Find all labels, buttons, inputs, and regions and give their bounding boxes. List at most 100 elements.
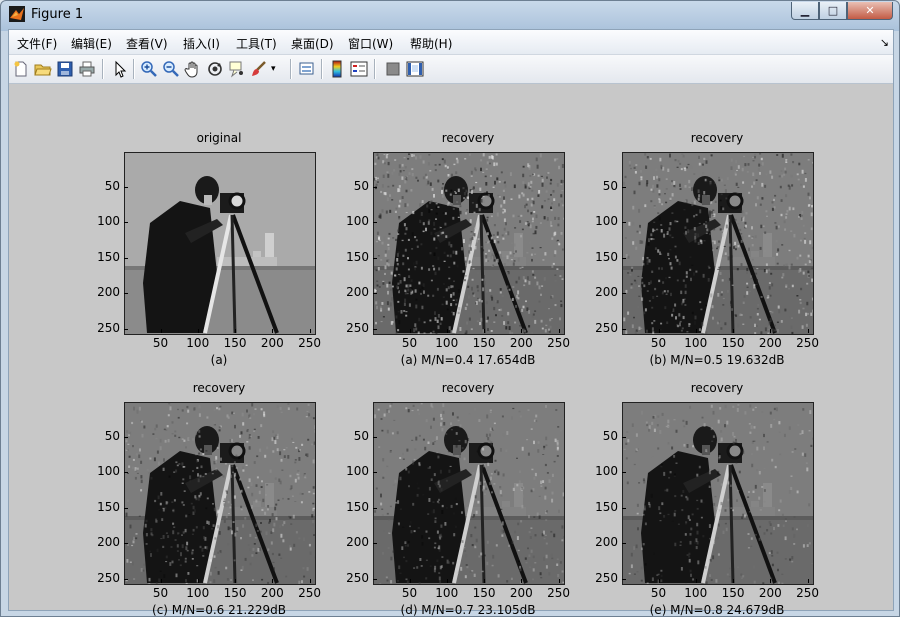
recovery-image-axes[interactable] xyxy=(124,402,316,585)
x-tick-label: 200 xyxy=(509,336,533,350)
zoom-in-icon[interactable] xyxy=(140,60,158,78)
y-tick-mark xyxy=(373,578,377,580)
x-tick-mark xyxy=(409,579,411,583)
maximize-button[interactable]: □ xyxy=(819,2,847,20)
menu-bar: 文件(F) 编辑(E) 查看(V) 插入(I) 工具(T) 桌面(D) 窗口(W… xyxy=(9,30,893,55)
rotate-3d-icon[interactable] xyxy=(206,60,224,78)
close-button[interactable]: ✕ xyxy=(847,2,893,20)
show-plot-tools-icon[interactable] xyxy=(406,60,424,78)
data-cursor-icon[interactable] xyxy=(228,60,246,78)
x-tick-label: 150 xyxy=(472,586,496,600)
y-tick-label: 250 xyxy=(346,320,369,335)
save-icon[interactable] xyxy=(56,60,74,78)
x-tick-mark xyxy=(658,329,660,333)
y-tick-label: 50 xyxy=(602,178,618,193)
x-tick-label: 100 xyxy=(435,586,459,600)
cameraman-image xyxy=(623,153,813,334)
menu-view[interactable]: 查看(V) xyxy=(126,35,168,52)
x-tick-label: 50 xyxy=(401,586,418,600)
figure-window: Figure 1 ▁ □ ✕ 文件(F) 编辑(E) 查看(V) 插入(I) 工… xyxy=(0,0,900,617)
minimize-button[interactable]: ▁ xyxy=(791,2,819,20)
cameraman-image xyxy=(125,153,315,334)
x-tick-label: 100 xyxy=(684,586,708,600)
x-tick-mark xyxy=(309,329,311,333)
menu-insert[interactable]: 插入(I) xyxy=(183,35,220,52)
axes-caption: (a) xyxy=(210,353,228,367)
y-tick-label: 200 xyxy=(97,535,120,550)
x-tick-mark xyxy=(309,579,311,583)
y-tick-label: 200 xyxy=(97,285,120,300)
recovery-image-axes[interactable] xyxy=(373,402,565,585)
hide-plot-tools-icon[interactable] xyxy=(384,60,402,78)
menu-file[interactable]: 文件(F) xyxy=(17,35,57,52)
title-bar[interactable]: Figure 1 ▁ □ ✕ xyxy=(1,1,899,29)
x-tick-mark xyxy=(272,579,274,583)
dock-arrow-icon[interactable]: ↘ xyxy=(880,36,889,49)
y-tick-mark xyxy=(124,293,128,295)
matlab-logo-icon xyxy=(9,6,25,22)
x-tick-mark xyxy=(733,579,735,583)
recovery-image-axes[interactable] xyxy=(622,152,814,335)
y-tick-mark xyxy=(373,222,377,224)
menu-help[interactable]: 帮助(H) xyxy=(410,35,452,52)
x-tick-mark xyxy=(521,579,523,583)
x-tick-mark xyxy=(197,579,199,583)
axes-title: recovery xyxy=(192,381,246,395)
recovery-image-axes[interactable] xyxy=(373,152,565,335)
x-tick-label: 200 xyxy=(260,586,284,600)
y-tick-label: 50 xyxy=(353,428,369,443)
figure-toolbar: ▾ xyxy=(9,55,893,84)
x-tick-mark xyxy=(733,329,735,333)
x-tick-label: 150 xyxy=(223,336,247,350)
print-icon[interactable] xyxy=(78,60,96,78)
recovery-image-axes[interactable] xyxy=(622,402,814,585)
axes-title: recovery xyxy=(441,131,495,145)
x-tick-mark xyxy=(521,329,523,333)
y-tick-mark xyxy=(622,472,626,474)
link-plot-icon[interactable] xyxy=(298,60,316,78)
x-tick-mark xyxy=(409,329,411,333)
insert-legend-icon[interactable] xyxy=(350,60,368,78)
insert-colorbar-icon[interactable] xyxy=(328,60,346,78)
menu-desktop[interactable]: 桌面(D) xyxy=(291,35,334,52)
original-image-axes[interactable] xyxy=(124,152,316,335)
y-tick-label: 50 xyxy=(602,428,618,443)
x-tick-mark xyxy=(160,579,162,583)
pan-hand-icon[interactable] xyxy=(184,60,202,78)
menu-edit[interactable]: 编辑(E) xyxy=(71,35,112,52)
y-tick-label: 50 xyxy=(353,178,369,193)
cameraman-image xyxy=(374,153,564,334)
menu-window[interactable]: 窗口(W) xyxy=(348,35,393,52)
x-tick-label: 100 xyxy=(186,336,210,350)
x-tick-mark xyxy=(272,329,274,333)
y-tick-label: 250 xyxy=(595,320,618,335)
y-tick-mark xyxy=(124,436,128,438)
x-tick-mark xyxy=(807,579,809,583)
y-tick-label: 150 xyxy=(595,249,618,264)
axes-caption: (d) M/N=0.7 23.105dB xyxy=(400,603,536,617)
maximize-icon: □ xyxy=(827,4,839,17)
axes-title: recovery xyxy=(690,381,744,395)
brush-dropdown-icon[interactable]: ▾ xyxy=(271,64,289,82)
y-tick-mark xyxy=(124,222,128,224)
zoom-out-icon[interactable] xyxy=(162,60,180,78)
y-tick-label: 150 xyxy=(595,499,618,514)
y-tick-label: 200 xyxy=(346,535,369,550)
edit-plot-arrow-icon[interactable] xyxy=(111,60,129,78)
brush-icon[interactable] xyxy=(250,60,268,78)
y-tick-mark xyxy=(622,257,626,259)
y-tick-label: 150 xyxy=(346,499,369,514)
x-tick-mark xyxy=(484,579,486,583)
x-tick-label: 100 xyxy=(435,336,459,350)
y-tick-mark xyxy=(622,328,626,330)
open-file-icon[interactable] xyxy=(34,60,52,78)
new-figure-icon[interactable] xyxy=(12,60,30,78)
axes-title: original xyxy=(196,131,242,145)
x-tick-label: 150 xyxy=(721,586,745,600)
figure-canvas: original 50 100 150 200 250 50 100 150 200 250 (a) r… xyxy=(9,84,893,616)
axes-caption: (c) M/N=0.6 21.229dB xyxy=(152,603,286,617)
x-tick-mark xyxy=(446,329,448,333)
menu-tools[interactable]: 工具(T) xyxy=(236,35,277,52)
x-tick-mark xyxy=(770,329,772,333)
window-title: Figure 1 xyxy=(31,7,84,22)
